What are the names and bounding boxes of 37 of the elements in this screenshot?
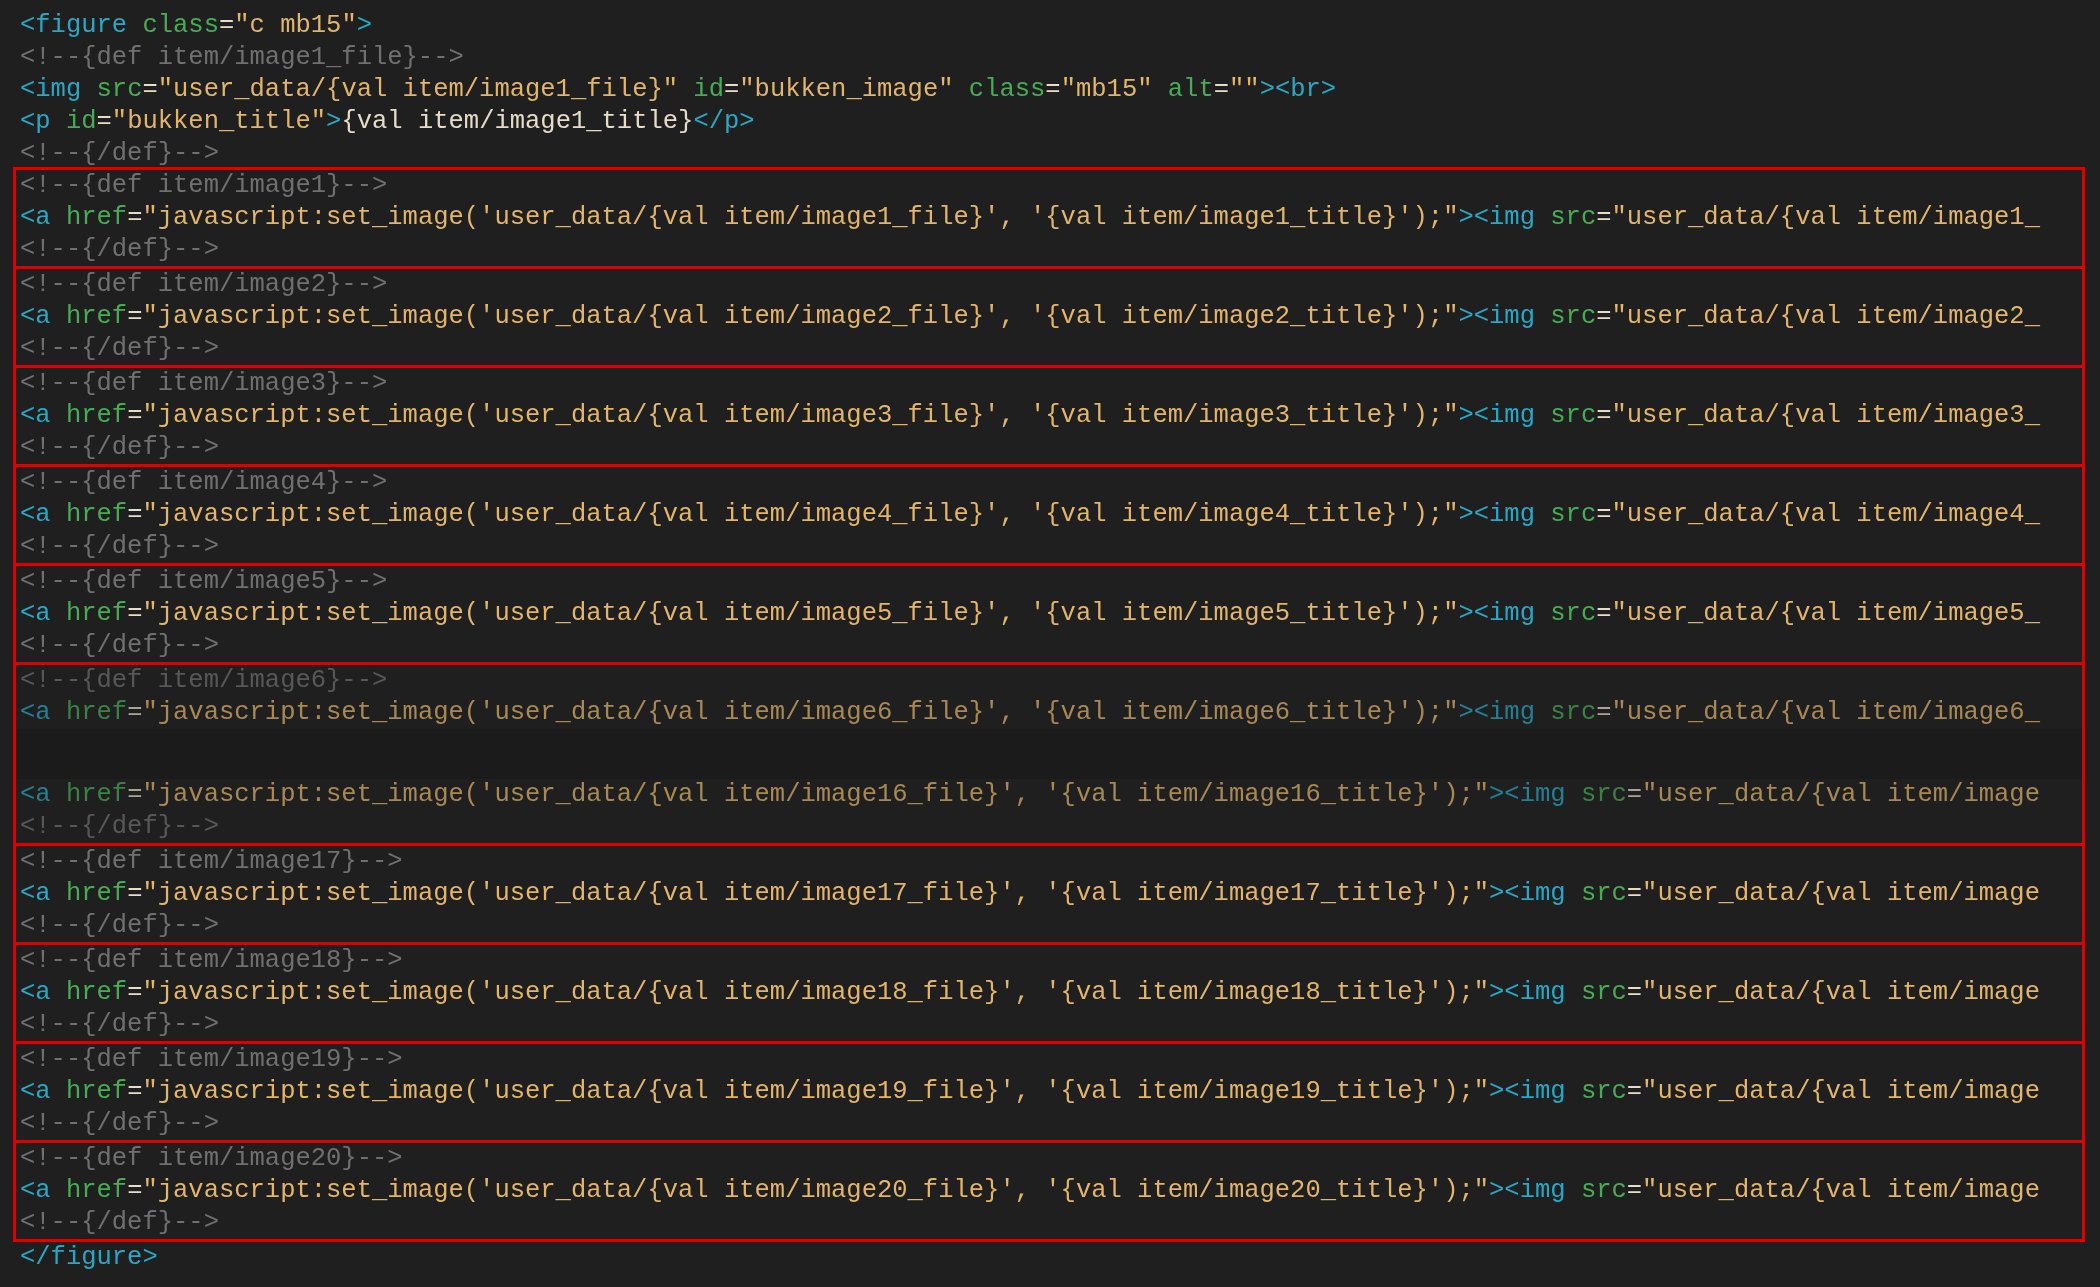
code-line: <a href="javascript:set_image('user_data/{val item/image3_file}', '{val item/image3_title}');"><img src="user_data/{val item/image3_ bbox=[19, 400, 2040, 432]
code-line: </figure> bbox=[19, 1242, 158, 1274]
code-line: <!--{/def}--> bbox=[19, 1207, 219, 1239]
code-line: <p id="bukken_title">{val item/image1_title}</p> bbox=[19, 106, 755, 138]
code-line: <a href="javascript:set_image('user_data/{val item/image19_file}', '{val item/image19_title}');"><img src="user_data/{val item/image bbox=[19, 1076, 2040, 1108]
code-line: <!--{def item/image3}--> bbox=[19, 368, 388, 400]
code-line: <!--{def item/image1_file}--> bbox=[19, 42, 464, 74]
code-line: <!--{/def}--> bbox=[19, 234, 219, 266]
code-line: <!--{def item/image20}--> bbox=[19, 1143, 403, 1175]
code-line: <a href="javascript:set_image('user_data/{val item/image18_file}', '{val item/image18_title}');"><img src="user_data/{val item/image bbox=[19, 977, 2040, 1009]
code-line: <a href="javascript:set_image('user_data/{val item/image1_file}', '{val item/image1_title}');"><img src="user_data/{val item/image1_ bbox=[19, 202, 2040, 234]
code-line: <!--{/def}--> bbox=[19, 531, 219, 563]
code-line: <!--{/def}--> bbox=[19, 630, 219, 662]
code-line: <!--{def item/image1}--> bbox=[19, 170, 388, 202]
code-line: <!--{def item/image17}--> bbox=[19, 846, 403, 878]
code-line: <!--{def item/image4}--> bbox=[19, 467, 388, 499]
code-line: <!--{def item/image18}--> bbox=[19, 945, 403, 977]
code-line: <a href="javascript:set_image('user_data/{val item/image16_file}', '{val item/image16_title}');"><img src="user_data/{val item/image bbox=[19, 779, 2040, 811]
code-line: <!--{def item/image6}--> bbox=[19, 665, 388, 697]
code-line: <!--{/def}--> bbox=[19, 138, 219, 170]
code-line: <!--{def item/image19}--> bbox=[19, 1044, 403, 1076]
code-line: <img src="user_data/{val item/image1_file}" id="bukken_image" class="mb15" alt=""><br> bbox=[19, 74, 1337, 106]
code-line: <!--{def item/image2}--> bbox=[19, 269, 388, 301]
code-line: <a href="javascript:set_image('user_data/{val item/image17_file}', '{val item/image17_title}');"><img src="user_data/{val item/image bbox=[19, 878, 2040, 910]
code-line: <!--{/def}--> bbox=[19, 811, 219, 843]
code-line: <!--{/def}--> bbox=[19, 432, 219, 464]
code-line: <a href="javascript:set_image('user_data/{val item/image6_file}', '{val item/image6_title}');"><img src="user_data/{val item/image6_ bbox=[19, 697, 2040, 729]
code-line: <!--{/def}--> bbox=[19, 1108, 219, 1140]
code-line: <!--{def item/image5}--> bbox=[19, 566, 388, 598]
code-line: <a href="javascript:set_image('user_data/{val item/image4_file}', '{val item/image4_title}');"><img src="user_data/{val item/image4_ bbox=[19, 499, 2040, 531]
code-line: <!--{/def}--> bbox=[19, 910, 219, 942]
code-line: <a href="javascript:set_image('user_data/{val item/image20_file}', '{val item/image20_title}');"><img src="user_data/{val item/image bbox=[19, 1175, 2040, 1207]
code-line: <!--{/def}--> bbox=[19, 333, 219, 365]
code-line: <a href="javascript:set_image('user_data/{val item/image5_file}', '{val item/image5_title}');"><img src="user_data/{val item/image5_ bbox=[19, 598, 2040, 630]
code-line: <figure class="c mb15"> bbox=[19, 10, 372, 42]
code-line: <a href="javascript:set_image('user_data/{val item/image2_file}', '{val item/image2_title}');"><img src="user_data/{val item/image2_ bbox=[19, 301, 2040, 333]
code-line: <!--{/def}--> bbox=[19, 1009, 219, 1041]
